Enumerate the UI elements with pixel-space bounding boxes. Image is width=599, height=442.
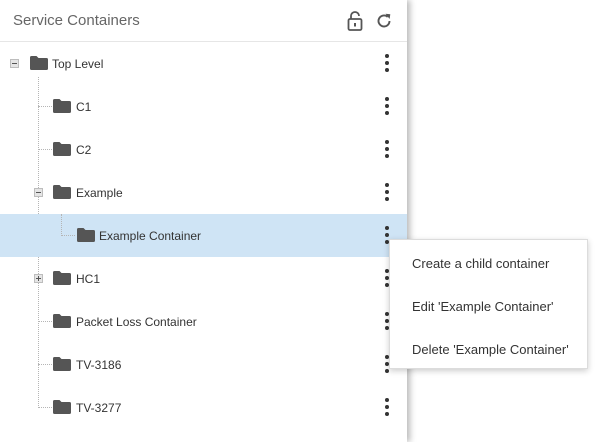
tree-node-hc1[interactable]: HC1	[0, 257, 407, 300]
folder-icon	[53, 400, 71, 414]
service-containers-panel: Service Containers Top Level C1 C2 Examp…	[0, 0, 407, 442]
menu-item-label[interactable]: Edit 'Example Container'	[412, 299, 554, 314]
tree-node-tv-3277[interactable]: TV-3277	[0, 386, 407, 429]
menu-item-create-child[interactable]: Create a child container	[390, 240, 587, 283]
tree-node-label[interactable]: C2	[76, 143, 91, 157]
tree-node-label[interactable]: HC1	[76, 272, 100, 286]
tree-node-example-container[interactable]: Example Container	[0, 214, 407, 257]
tree-connector	[38, 321, 52, 322]
tree-connector	[61, 235, 75, 236]
collapse-toggle[interactable]	[34, 188, 43, 197]
tree-node-c1[interactable]: C1	[0, 85, 407, 128]
tree-connector	[38, 407, 52, 408]
tree-connector	[38, 149, 52, 150]
tree-node-label[interactable]: TV-3186	[76, 358, 121, 372]
more-options-icon[interactable]	[382, 96, 392, 116]
more-options-icon[interactable]	[382, 182, 392, 202]
tree-node-tv-3186[interactable]: TV-3186	[0, 343, 407, 386]
panel-title: Service Containers	[13, 12, 140, 29]
more-options-icon[interactable]	[382, 139, 392, 159]
folder-icon	[77, 228, 95, 242]
tree-connector	[61, 214, 62, 236]
tree-node-label[interactable]: Example	[76, 186, 123, 200]
folder-icon	[53, 271, 71, 285]
expand-toggle[interactable]	[34, 274, 43, 283]
collapse-toggle[interactable]	[10, 59, 19, 68]
refresh-icon[interactable]	[375, 10, 393, 32]
tree-node-packet-loss-container[interactable]: Packet Loss Container	[0, 300, 407, 343]
tree-node-top-level[interactable]: Top Level	[0, 42, 407, 85]
folder-icon	[53, 142, 71, 156]
lock-open-icon[interactable]	[346, 10, 364, 32]
tree-node-c2[interactable]: C2	[0, 128, 407, 171]
tree-node-label[interactable]: Example Container	[99, 229, 201, 243]
tree-node-label[interactable]: Packet Loss Container	[76, 315, 197, 329]
folder-icon	[53, 314, 71, 328]
menu-item-label[interactable]: Delete 'Example Container'	[412, 342, 569, 357]
folder-icon	[30, 56, 48, 70]
tree-connector	[38, 364, 52, 365]
more-options-icon[interactable]	[382, 397, 392, 417]
folder-icon	[53, 185, 71, 199]
tree-node-example[interactable]: Example	[0, 171, 407, 214]
more-options-icon[interactable]	[382, 53, 392, 73]
folder-icon	[53, 357, 71, 371]
tree-node-label[interactable]: C1	[76, 100, 91, 114]
menu-item-edit[interactable]: Edit 'Example Container'	[390, 283, 587, 326]
context-menu: Create a child container Edit 'Example C…	[389, 239, 588, 369]
tree-connector	[38, 106, 52, 107]
panel-header: Service Containers	[0, 0, 407, 42]
menu-item-label[interactable]: Create a child container	[412, 256, 549, 271]
tree-node-label[interactable]: TV-3277	[76, 401, 121, 415]
tree-node-label[interactable]: Top Level	[52, 57, 103, 71]
folder-icon	[53, 99, 71, 113]
menu-item-delete[interactable]: Delete 'Example Container'	[390, 326, 587, 369]
